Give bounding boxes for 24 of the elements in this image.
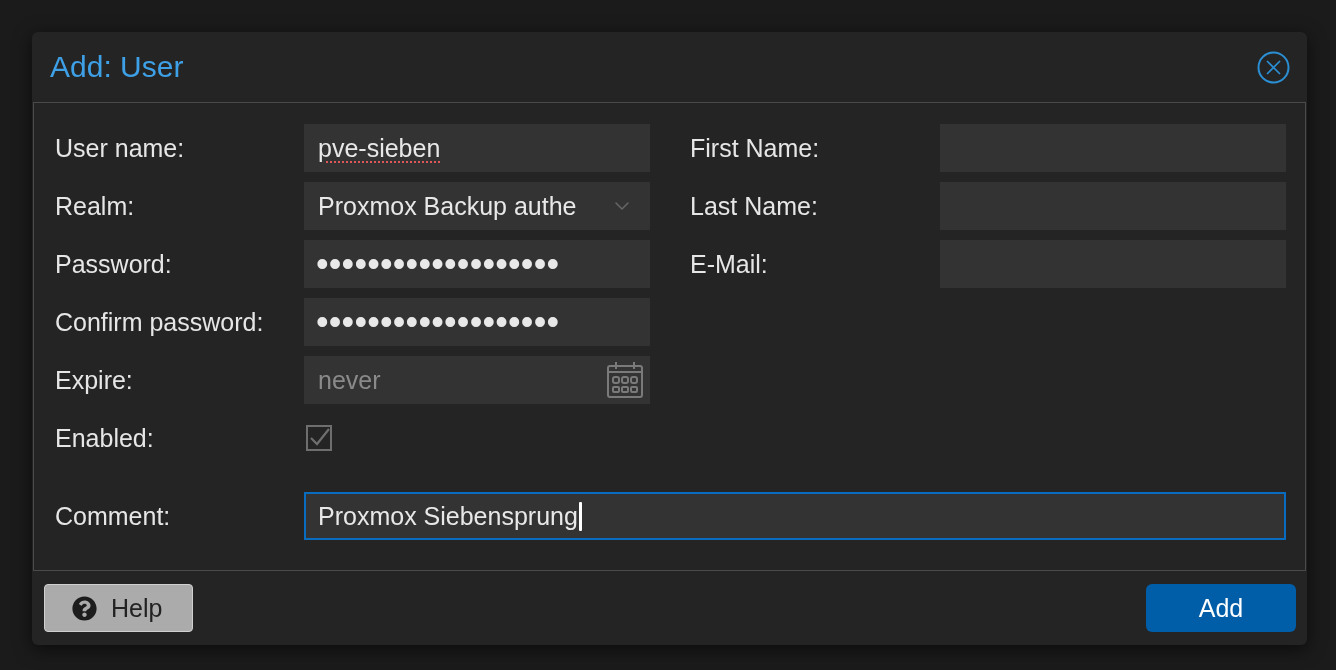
help-icon bbox=[72, 595, 97, 621]
password-field[interactable]: ••••••••••••••••••• bbox=[304, 240, 650, 288]
field-label: E-Mail: bbox=[690, 249, 769, 279]
text-field[interactable]: pve-sieben bbox=[304, 124, 650, 172]
close-icon[interactable] bbox=[1257, 50, 1290, 84]
dropdown-field[interactable]: Proxmox Backup authe bbox=[304, 182, 650, 230]
field-label: First Name: bbox=[690, 133, 821, 163]
field-label: Realm: bbox=[55, 191, 136, 221]
add-button[interactable]: Add bbox=[1146, 584, 1296, 632]
dialog-title: Add: User bbox=[50, 50, 184, 84]
field-label: Expire: bbox=[55, 365, 134, 395]
field-label: Enabled: bbox=[55, 423, 155, 453]
password-field[interactable]: ••••••••••••••••••• bbox=[304, 298, 650, 346]
comment-field[interactable]: Proxmox Siebensprung bbox=[304, 492, 1286, 540]
date-field[interactable]: never bbox=[304, 356, 650, 404]
field-label: User name: bbox=[55, 133, 186, 163]
calendar-icon[interactable] bbox=[606, 361, 644, 399]
text-cursor-icon bbox=[578, 501, 582, 531]
checkbox[interactable] bbox=[306, 425, 332, 451]
help-button[interactable]: Help bbox=[44, 584, 193, 632]
field-label: Last Name: bbox=[690, 191, 819, 221]
field-label: Confirm password: bbox=[55, 307, 265, 337]
field-label: Comment: bbox=[55, 501, 172, 531]
field-label: Password: bbox=[55, 249, 173, 279]
